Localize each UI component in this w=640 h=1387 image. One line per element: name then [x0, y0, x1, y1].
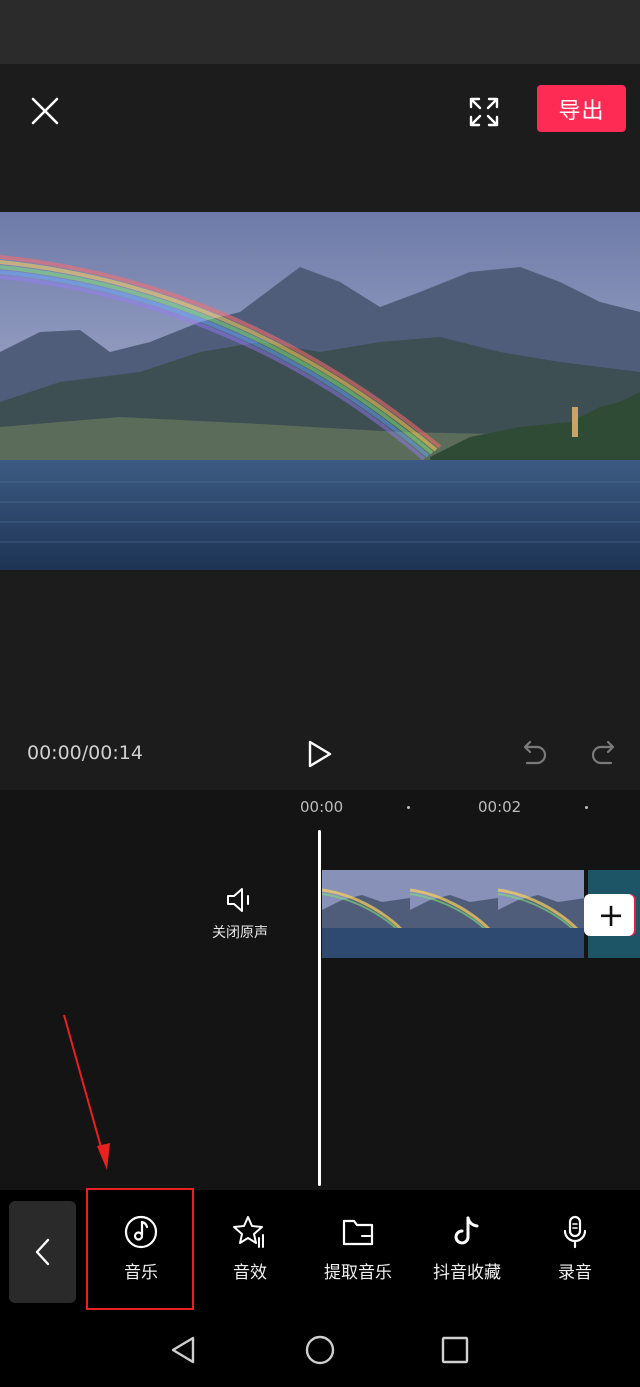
- undo-button[interactable]: [516, 736, 552, 772]
- clip-thumbnail: [498, 870, 584, 958]
- video-preview[interactable]: [0, 212, 640, 570]
- close-icon: [31, 97, 59, 125]
- ruler-label: 00:02: [478, 798, 522, 816]
- playhead[interactable]: [318, 830, 321, 1186]
- sound-effect-icon: [233, 1216, 264, 1248]
- mute-label: 关闭原声: [212, 925, 268, 941]
- export-button[interactable]: 导出: [537, 85, 626, 132]
- play-icon: [308, 740, 332, 768]
- timecode: 00:00/00:14: [27, 742, 143, 764]
- tool-music[interactable]: 音乐: [86, 1214, 196, 1294]
- fullscreen-button[interactable]: [462, 90, 506, 134]
- tool-label: 抖音收藏: [433, 1263, 501, 1283]
- square-recents-icon: [441, 1336, 469, 1364]
- ruler-dot: [407, 806, 410, 809]
- tool-label: 录音: [558, 1263, 592, 1283]
- nav-home-button[interactable]: [300, 1330, 340, 1370]
- tool-extract-music[interactable]: 提取音乐: [303, 1214, 413, 1294]
- status-bar: [0, 0, 640, 64]
- close-button[interactable]: [24, 90, 66, 132]
- music-note-icon: [124, 1215, 158, 1249]
- preview-image: [0, 212, 640, 570]
- nav-back-button[interactable]: [163, 1330, 203, 1370]
- chevron-left-icon: [35, 1238, 49, 1266]
- tool-label: 提取音乐: [324, 1263, 392, 1283]
- tool-label: 音效: [233, 1263, 267, 1283]
- ruler-label: 00:00: [300, 798, 344, 816]
- add-clip-button[interactable]: +: [588, 894, 634, 936]
- triangle-back-icon: [171, 1336, 195, 1364]
- speaker-icon: [227, 888, 249, 912]
- timeline[interactable]: 00:00 00:02 关闭原声 +: [0, 790, 640, 1190]
- tool-sound-effect[interactable]: 音效: [195, 1214, 305, 1294]
- tool-douyin-favorites[interactable]: 抖音收藏: [412, 1214, 522, 1294]
- back-button[interactable]: [9, 1201, 76, 1303]
- system-navigation-bar: [0, 1310, 640, 1387]
- microphone-icon: [563, 1215, 587, 1249]
- circle-home-icon: [305, 1335, 335, 1365]
- undo-icon: [523, 740, 547, 765]
- redo-icon: [591, 740, 615, 765]
- redo-button[interactable]: [586, 736, 622, 772]
- clip-thumbnail: [410, 870, 498, 958]
- clip-thumbnail: [322, 870, 410, 958]
- mute-original-audio-button[interactable]: 关闭原声: [200, 886, 280, 956]
- tiktok-icon: [454, 1216, 479, 1245]
- tool-label: 音乐: [124, 1263, 158, 1283]
- tool-record[interactable]: 录音: [520, 1214, 630, 1294]
- audio-toolbar: 音乐 音效 提取音乐 抖音收藏 录音: [0, 1188, 640, 1310]
- fullscreen-icon: [469, 97, 499, 127]
- nav-recents-button[interactable]: [435, 1330, 475, 1370]
- editor-header: 导出: [0, 64, 640, 212]
- video-clip[interactable]: [322, 870, 584, 958]
- play-button[interactable]: [300, 734, 340, 774]
- folder-icon: [342, 1219, 374, 1246]
- playback-controls: 00:00/00:14: [0, 570, 640, 790]
- ruler-dot: [585, 806, 588, 809]
